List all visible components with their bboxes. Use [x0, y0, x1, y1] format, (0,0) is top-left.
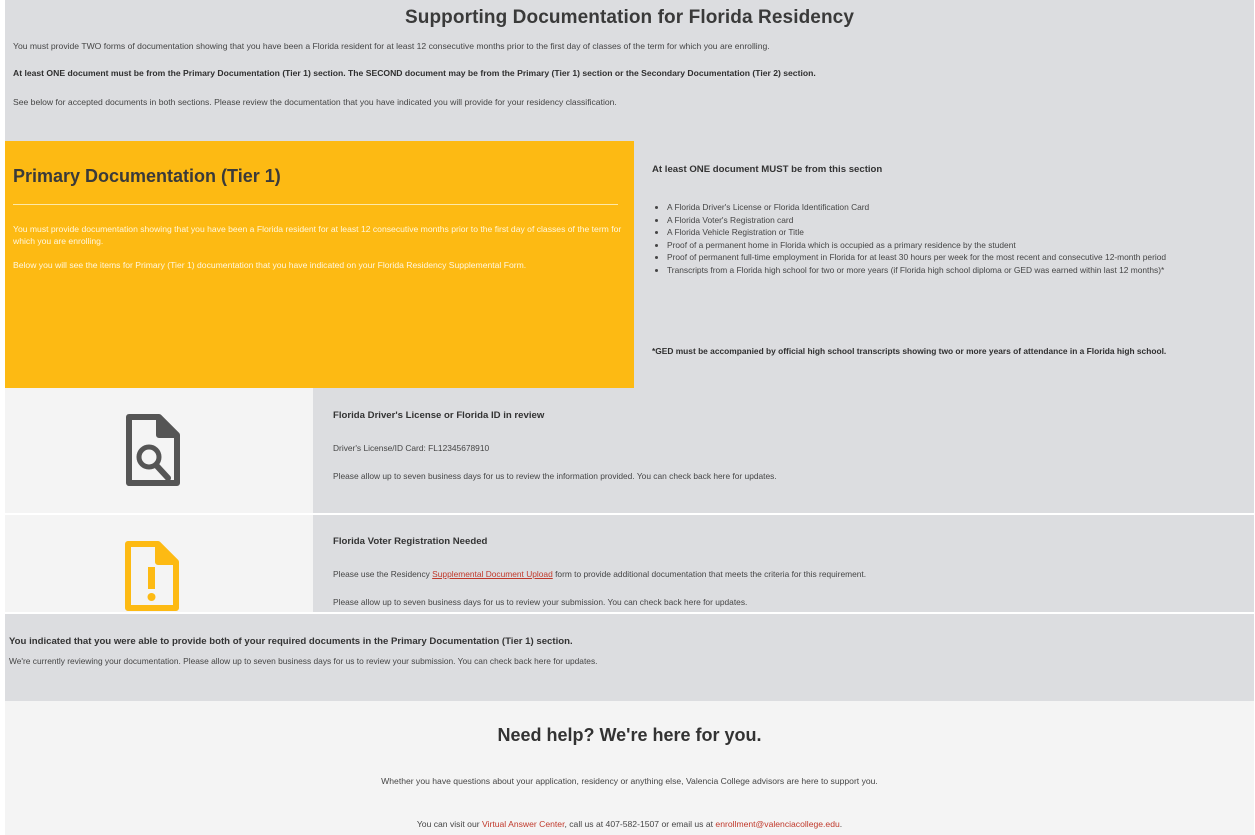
enrollment-email-link[interactable]: enrollment@valenciacollege.edu [715, 819, 839, 829]
document-alert-icon [125, 541, 179, 611]
document-review-note: Please allow up to seven business days f… [333, 471, 777, 481]
document-info-cell: Florida Voter Registration Needed Please… [313, 515, 1254, 612]
virtual-answer-center-link[interactable]: Virtual Answer Center [482, 819, 564, 829]
summary-text: We're currently reviewing your documenta… [9, 656, 598, 666]
accepted-documents-panel: At least ONE document MUST be from this … [634, 141, 1254, 388]
primary-description-1: You must provide documentation showing t… [13, 224, 622, 246]
intro-paragraph-1: You must provide TWO forms of documentat… [13, 41, 770, 51]
detail-text: Please use the Residency [333, 569, 433, 579]
help-heading: Need help? We're here for you. [497, 725, 762, 745]
help-contact: You can visit our Virtual Answer Center,… [5, 819, 1254, 829]
list-item: Proof of a permanent home in Florida whi… [667, 239, 1255, 252]
document-review-note: Please allow up to seven business days f… [333, 597, 748, 607]
help-text: Whether you have questions about your ap… [381, 776, 878, 786]
detail-text: form to provide additional documentation… [552, 569, 867, 579]
document-info-cell: Florida Driver's License or Florida ID i… [313, 388, 1254, 513]
document-status-title: Florida Driver's License or Florida ID i… [333, 410, 545, 421]
primary-description-2: Below you will see the items for Primary… [13, 260, 527, 270]
document-search-icon [126, 414, 180, 486]
primary-documentation-panel: Primary Documentation (Tier 1) You must … [5, 141, 634, 388]
contact-text: You can visit our [416, 819, 482, 829]
supplemental-document-upload-link[interactable]: Supplemental Document Upload [432, 569, 553, 579]
page-title: Supporting Documentation for Florida Res… [404, 7, 854, 28]
contact-text: , call us at 407-582-1507 or email us at [564, 819, 716, 829]
summary-headline: You indicated that you were able to prov… [9, 636, 573, 647]
document-icon-cell [5, 515, 313, 612]
primary-documentation-heading: Primary Documentation (Tier 1) [13, 166, 281, 186]
intro-paragraph-2: At least ONE document must be from the P… [13, 68, 816, 78]
drivers-license-document-row: Florida Driver's License or Florida ID i… [5, 388, 1254, 513]
document-detail: Driver's License/ID Card: FL12345678910 [333, 443, 490, 453]
intro-paragraph-3: See below for accepted documents in both… [13, 97, 617, 107]
voter-registration-document-row: Florida Voter Registration Needed Please… [5, 515, 1254, 612]
ged-note: *GED must be accompanied by official hig… [652, 346, 1167, 356]
document-detail: Please use the Residency Supplemental Do… [333, 569, 866, 579]
document-status-title: Florida Voter Registration Needed [333, 536, 488, 547]
list-item: A Florida Driver's License or Florida Id… [667, 201, 1255, 214]
list-item: Transcripts from a Florida high school f… [667, 264, 1255, 277]
list-item: A Florida Voter's Registration card [667, 214, 1255, 227]
document-icon-cell [5, 388, 313, 513]
must-section-heading: At least ONE document MUST be from this … [652, 164, 883, 175]
review-summary-section: You indicated that you were able to prov… [5, 614, 1254, 701]
residency-documentation-page: Supporting Documentation for Florida Res… [0, 0, 1255, 835]
intro-section: Supporting Documentation for Florida Res… [5, 0, 1254, 141]
help-section: Need help? We're here for you. Whether y… [5, 701, 1254, 835]
contact-text: . [839, 819, 843, 829]
list-item: A Florida Vehicle Registration or Title [667, 226, 1255, 239]
heading-divider [13, 204, 618, 205]
accepted-documents-list: A Florida Driver's License or Florida Id… [652, 201, 1255, 277]
primary-documentation-section: Primary Documentation (Tier 1) You must … [5, 141, 1254, 388]
list-item: Proof of permanent full-time employment … [667, 251, 1255, 264]
